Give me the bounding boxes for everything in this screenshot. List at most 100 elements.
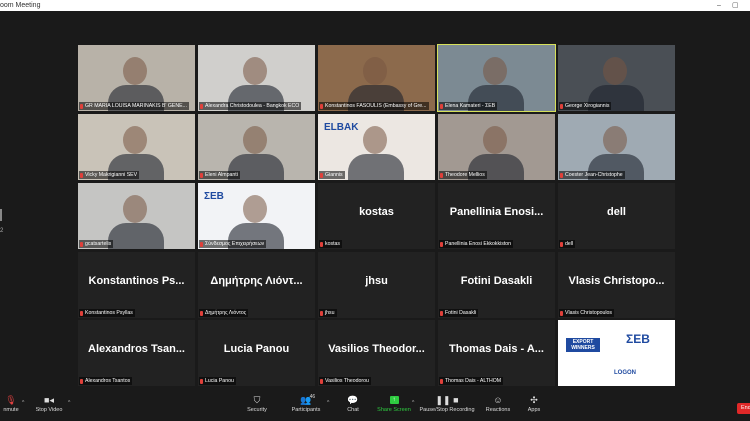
- microphone-muted-icon: [440, 241, 443, 247]
- participant-tile[interactable]: Lucia Panou Lucia Panou: [198, 320, 315, 386]
- person-silhouette: [363, 57, 387, 85]
- stop-video-label: Stop Video: [35, 407, 63, 413]
- person-silhouette: [603, 57, 627, 85]
- participant-name-label: dell: [559, 240, 576, 248]
- camera-icon: ■◂: [44, 395, 54, 405]
- participant-name: Lucia Panou: [205, 378, 234, 384]
- participant-name-label: Alexandra Christodoulea - Bangkok ECO: [199, 102, 302, 110]
- video-options-chevron[interactable]: ^: [68, 400, 70, 406]
- window-titlebar: oom Meeting – ▢: [0, 0, 750, 11]
- share-options-chevron[interactable]: ^: [412, 400, 414, 406]
- security-label: Security: [247, 407, 267, 413]
- microphone-muted-icon: [440, 378, 443, 384]
- participants-count: 46: [309, 394, 316, 400]
- participant-tile[interactable]: Konstantinos Ps... Konstantinos Psyllas: [78, 252, 195, 318]
- participant-tile[interactable]: Theodore Mellios: [438, 114, 555, 180]
- microphone-muted-icon: [200, 378, 203, 384]
- chat-label: Chat: [347, 407, 359, 413]
- microphone-muted-icon: [320, 241, 323, 247]
- participant-tile[interactable]: Thomas Dais - A... Thomas Dais - ALTHOM: [438, 320, 555, 386]
- microphone-muted-icon: [80, 172, 83, 178]
- person-silhouette: [243, 195, 267, 223]
- participant-name: Konstantinos FASOULIS (Embassy of Gre...: [325, 103, 427, 109]
- participant-tile[interactable]: Konstantinos FASOULIS (Embassy of Gre...: [318, 45, 435, 111]
- participant-tile[interactable]: jhsu jhsu: [318, 252, 435, 318]
- participant-display-name: Vasilios Theodor...: [328, 343, 425, 355]
- participant-tile[interactable]: Vicky Makrigianni SEV: [78, 114, 195, 180]
- microphone-muted-icon: [560, 103, 563, 109]
- apps-label: Apps: [527, 407, 541, 413]
- participant-tile[interactable]: kostas kostas: [318, 183, 435, 249]
- participant-display-name: kostas: [359, 206, 394, 218]
- participant-tile[interactable]: Eleni Almpanti: [198, 114, 315, 180]
- participant-tile[interactable]: Fotini Dasakli Fotini Dasakli: [438, 252, 555, 318]
- microphone-muted-icon: [320, 378, 323, 384]
- participant-tile[interactable]: gcatsartelis: [78, 183, 195, 249]
- participant-name-label: Konstantinos Psyllas: [79, 309, 135, 317]
- person-silhouette: [483, 126, 507, 154]
- chat-button[interactable]: 💬 Chat: [342, 394, 364, 414]
- participant-name-label: Konstantinos FASOULIS (Embassy of Gre...: [319, 102, 429, 110]
- apps-button[interactable]: ✣ Apps: [523, 394, 545, 414]
- participant-tile[interactable]: Alexandros Tsan... Alexandros Tsantos: [78, 320, 195, 386]
- participant-name-label: Theodore Mellios: [439, 171, 487, 179]
- end-meeting-button[interactable]: End: [737, 403, 750, 414]
- minimize-button[interactable]: –: [717, 0, 721, 11]
- participant-display-name: Panellinia Enosi...: [449, 206, 544, 218]
- share-screen-button[interactable]: ↑ Share Screen: [375, 394, 413, 414]
- microphone-muted-icon: [80, 103, 83, 109]
- share-screen-label: Share Screen: [377, 407, 411, 413]
- person-silhouette: [243, 57, 267, 85]
- microphone-muted-icon: [200, 310, 203, 316]
- shield-icon: ⛉: [253, 395, 261, 405]
- participant-display-name: dell: [607, 206, 626, 218]
- participant-tile[interactable]: Δημήτρης Λιόντ... Δημήτρης Λιόντος: [198, 252, 315, 318]
- microphone-muted-icon: [200, 103, 203, 109]
- participant-tile[interactable]: Panellinia Enosi... Panellinia Enosi Ekko…: [438, 183, 555, 249]
- participant-tile[interactable]: Vasilios Theodor... Vasilios Theodorou: [318, 320, 435, 386]
- microphone-muted-icon: [200, 172, 203, 178]
- microphone-muted-icon: [440, 172, 443, 178]
- microphone-off-icon: 🎙: [5, 395, 17, 405]
- participant-name-label: Alexandros Tsantos: [79, 377, 133, 385]
- participant-tile[interactable]: Vlasis Christopo... Vlasis Christopoulos: [558, 252, 675, 318]
- security-button[interactable]: ⛉ Security: [243, 394, 271, 414]
- participant-tile[interactable]: ΣΕΒ Σύνδεσμος Επιχειρήσεων: [198, 183, 315, 249]
- microphone-muted-icon: [560, 310, 563, 316]
- unmute-button[interactable]: 🎙 nmute: [0, 394, 22, 414]
- participant-tile[interactable]: Coester Jean-Christophe: [558, 114, 675, 180]
- participant-display-name: Lucia Panou: [223, 343, 290, 355]
- participant-name: Elena Kamateri - ΣΕΒ: [445, 103, 496, 109]
- participant-name: Δημήτρης Λιόντος: [205, 310, 247, 316]
- participant-name: Vicky Makrigianni SEV: [85, 172, 138, 178]
- participant-tile[interactable]: George Xirogiannis: [558, 45, 675, 111]
- participant-tile[interactable]: GR MARIA LOUISA MARINAKIS B' GENE...: [78, 45, 195, 111]
- maximize-button[interactable]: ▢: [732, 0, 739, 11]
- participant-name-label: Elena Kamateri - ΣΕΒ: [439, 102, 498, 110]
- participant-tile[interactable]: ELBAK Giannis: [318, 114, 435, 180]
- participants-options-chevron[interactable]: ^: [327, 400, 329, 406]
- left-panel-handle[interactable]: [0, 209, 2, 221]
- participant-name-label: Vicky Makrigianni SEV: [79, 171, 140, 179]
- person-body: [348, 154, 404, 180]
- participant-name: George Xirogiannis: [565, 103, 610, 109]
- participant-tile[interactable]: Elena Kamateri - ΣΕΒ: [437, 44, 556, 112]
- participant-tile[interactable]: dell dell: [558, 183, 675, 249]
- participant-name: Alexandros Tsantos: [85, 378, 131, 384]
- participant-display-name: Δημήτρης Λιόντ...: [210, 275, 303, 287]
- participant-name: GR MARIA LOUISA MARINAKIS B' GENE...: [85, 103, 187, 109]
- window-title: oom Meeting: [0, 2, 41, 9]
- participant-name: jhsu: [325, 310, 335, 316]
- participant-display-name: Alexandros Tsan...: [88, 343, 185, 355]
- participant-name-label: George Xirogiannis: [559, 102, 612, 110]
- participants-button[interactable]: 👥 46 Participants: [288, 394, 324, 414]
- stop-video-button[interactable]: ■◂ Stop Video: [32, 394, 66, 414]
- audio-options-chevron[interactable]: ^: [22, 400, 24, 406]
- person-silhouette: [363, 126, 387, 154]
- reactions-button[interactable]: ☺ Reactions: [484, 394, 512, 414]
- participant-tile[interactable]: Alexandra Christodoulea - Bangkok ECO: [198, 45, 315, 111]
- logon-logo: LOGON: [614, 370, 636, 376]
- person-body: [108, 223, 164, 249]
- participant-tile[interactable]: EXPORT WINNERS ΣΕΒ LOGON: [558, 320, 675, 386]
- record-button[interactable]: ❚❚ ■ Pause/Stop Recording: [418, 394, 476, 414]
